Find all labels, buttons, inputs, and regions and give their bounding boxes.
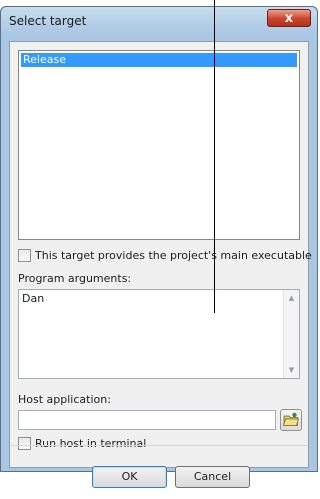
browse-button[interactable] (280, 409, 302, 431)
select-target-dialog: Select target x Release This target prov… (0, 6, 318, 488)
run-in-terminal-checkbox[interactable] (18, 436, 31, 450)
scroll-up-icon[interactable]: ▲ (284, 290, 299, 306)
run-in-terminal-checkbox-row[interactable]: Run host in terminal (18, 435, 146, 451)
host-application-field[interactable] (18, 410, 276, 430)
ok-button[interactable]: OK (92, 466, 167, 488)
run-in-terminal-label: Run host in terminal (35, 436, 147, 450)
program-arguments-scrollbar[interactable]: ▲ ▼ (283, 290, 299, 378)
program-arguments-value: Dan (22, 292, 45, 305)
program-arguments-label: Program arguments: (18, 272, 132, 285)
button-separator (10, 445, 308, 446)
close-icon: x (284, 11, 294, 26)
pointer-line (214, 0, 215, 313)
target-list[interactable]: Release (18, 50, 300, 240)
title-bar[interactable]: Select target x (1, 7, 317, 35)
program-arguments-field[interactable]: Dan ▲ ▼ (18, 289, 300, 379)
list-item[interactable]: Release (21, 53, 297, 67)
close-button[interactable]: x (267, 9, 311, 27)
scroll-down-icon[interactable]: ▼ (284, 362, 299, 378)
host-application-label: Host application: (18, 393, 111, 406)
main-executable-checkbox[interactable] (18, 248, 31, 262)
dialog-body: Release This target provides the project… (9, 41, 312, 488)
cancel-button[interactable]: Cancel (175, 466, 250, 488)
folder-open-icon (282, 412, 300, 426)
window-title: Select target (9, 14, 87, 28)
main-executable-label: This target provides the project's main … (35, 248, 312, 262)
main-executable-checkbox-row[interactable]: This target provides the project's main … (18, 247, 312, 263)
